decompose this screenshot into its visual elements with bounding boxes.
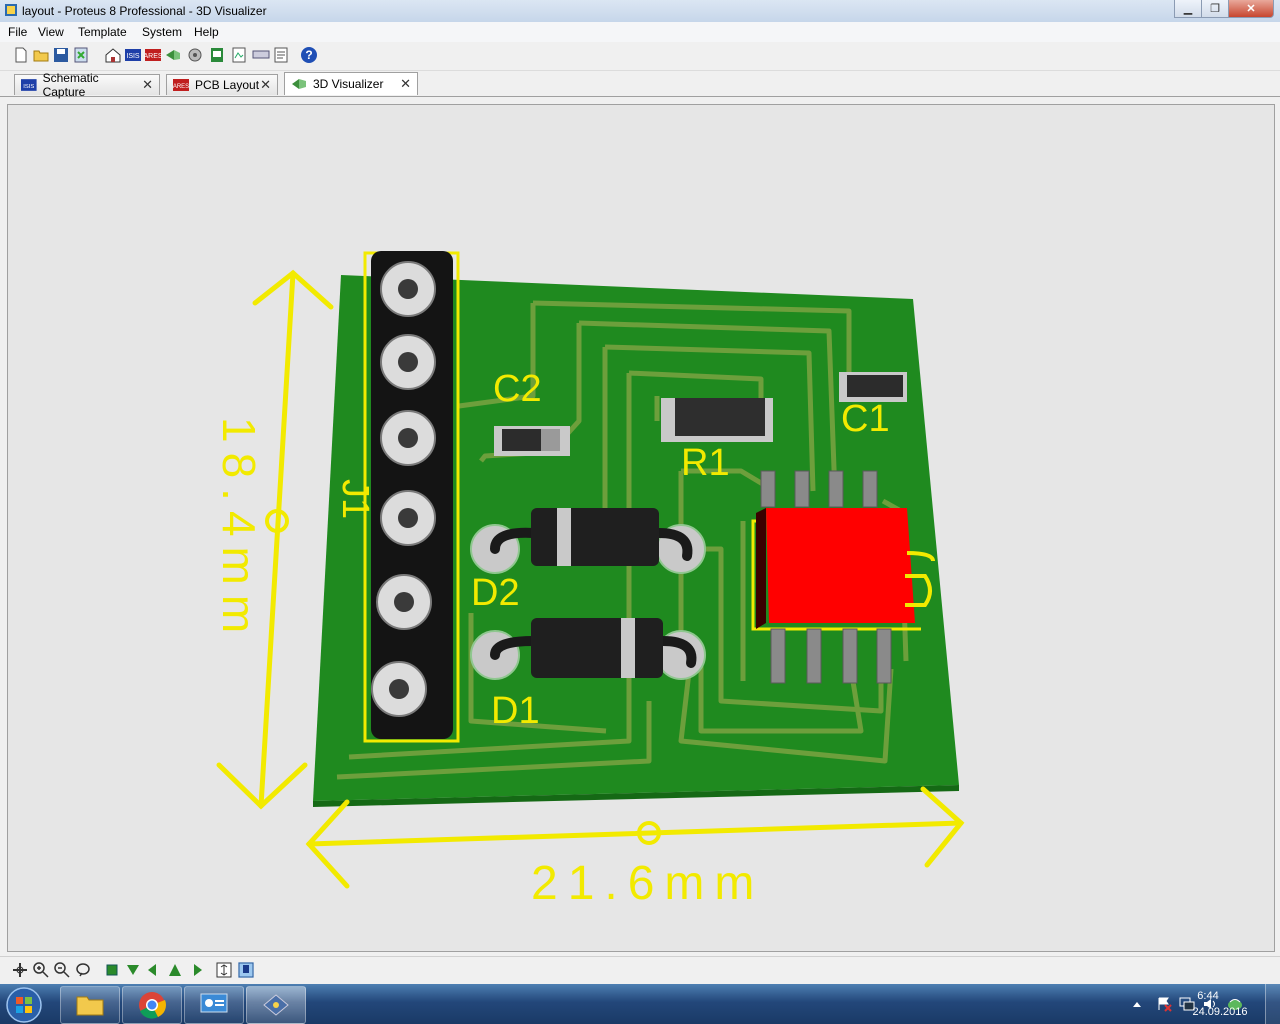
menu-help[interactable]: Help bbox=[194, 25, 219, 39]
show-hidden-icons-icon[interactable] bbox=[1132, 1000, 1142, 1008]
label-d2: D2 bbox=[471, 572, 520, 614]
start-button-icon[interactable] bbox=[4, 986, 44, 1024]
tab-label: 3D Visualizer bbox=[313, 77, 384, 91]
menu-bar: File View Template System Help bbox=[0, 22, 1280, 42]
width-dimension-label: 21.6mm bbox=[531, 857, 764, 910]
tab-close-icon[interactable]: ✕ bbox=[260, 77, 271, 93]
minimize-button[interactable]: ▁ bbox=[1174, 0, 1202, 18]
zoom-extents-icon[interactable] bbox=[75, 962, 91, 978]
restore-button[interactable]: ❐ bbox=[1201, 0, 1229, 18]
home-icon[interactable] bbox=[104, 46, 122, 64]
menu-system[interactable]: System bbox=[142, 25, 182, 39]
tab-close-icon[interactable]: ✕ bbox=[142, 77, 153, 93]
close-button[interactable]: ✕ bbox=[1228, 0, 1274, 18]
svg-text:ISIS: ISIS bbox=[126, 53, 140, 60]
open-folder-icon[interactable] bbox=[32, 46, 50, 64]
c1-capacitor bbox=[847, 375, 903, 397]
top-view-icon[interactable] bbox=[104, 962, 120, 978]
main-toolbar: ISIS ARES ? bbox=[0, 42, 1280, 71]
c2-cap-end bbox=[541, 429, 560, 451]
label-c1: C1 bbox=[841, 398, 890, 440]
svg-text:ARES: ARES bbox=[173, 84, 189, 90]
svg-text:?: ? bbox=[305, 48, 312, 62]
window-controls: ▁ ❐ ✕ bbox=[1174, 0, 1274, 18]
document-tabs: ISIS Schematic Capture ✕ ARES PCB Layout… bbox=[0, 71, 1280, 99]
tab-label: Schematic Capture bbox=[42, 71, 99, 99]
os-taskbar: 6:44 24.09.2016 bbox=[0, 984, 1280, 1024]
help-icon[interactable]: ? bbox=[300, 46, 318, 64]
label-r1: R1 bbox=[681, 442, 730, 484]
menu-file[interactable]: File bbox=[8, 25, 27, 39]
d1-diode bbox=[531, 618, 663, 678]
show-desktop-button[interactable] bbox=[1265, 984, 1280, 1024]
ic-body bbox=[766, 508, 915, 623]
notes-icon[interactable] bbox=[272, 46, 290, 64]
new-file-icon[interactable] bbox=[12, 46, 30, 64]
svg-text:ISIS: ISIS bbox=[23, 84, 34, 90]
pan-icon[interactable] bbox=[12, 962, 28, 978]
label-d1: D1 bbox=[491, 690, 540, 732]
3d-view-icon bbox=[292, 79, 306, 89]
ic-body-side bbox=[756, 508, 766, 629]
tab-label: PCB Layout bbox=[195, 78, 260, 92]
bom-icon[interactable] bbox=[208, 46, 226, 64]
menu-template[interactable]: Template bbox=[78, 25, 127, 39]
d1-cathode-band bbox=[621, 618, 635, 678]
board-view-icon[interactable] bbox=[238, 962, 254, 978]
simulation-icon[interactable] bbox=[230, 46, 248, 64]
schematic-icon: ISIS bbox=[21, 79, 37, 91]
view-toolbar bbox=[0, 956, 1280, 985]
menu-view[interactable]: View bbox=[38, 25, 64, 39]
gerber-icon[interactable] bbox=[186, 46, 204, 64]
clock-date[interactable]: 24.09.2016 bbox=[1185, 1006, 1255, 1018]
3d-viewport[interactable]: C2 C1 R1 D2 D1 J1 18.4mm 21.6mm bbox=[8, 105, 1274, 951]
tab-schematic-capture[interactable]: ISIS Schematic Capture ✕ bbox=[14, 71, 160, 99]
folder-icon bbox=[76, 996, 104, 1016]
3d-viewport-frame: C2 C1 R1 D2 D1 J1 18.4mm 21.6mm bbox=[7, 104, 1275, 952]
height-dimension-label: 18.4mm bbox=[213, 417, 265, 643]
r1-resistor bbox=[675, 398, 765, 436]
svg-text:ARES: ARES bbox=[144, 53, 162, 60]
label-c2: C2 bbox=[493, 368, 542, 410]
tab-pcb-layout[interactable]: ARES PCB Layout ✕ bbox=[166, 74, 278, 95]
system-tray: 6:44 24.09.2016 bbox=[1060, 984, 1280, 1024]
d2-diode bbox=[531, 508, 659, 566]
proteus-app-icon bbox=[5, 4, 17, 16]
bottom-view-icon[interactable] bbox=[125, 962, 141, 978]
proteus-app-icon bbox=[263, 994, 289, 1016]
chrome-icon bbox=[139, 992, 166, 1019]
front-view-icon[interactable] bbox=[167, 962, 183, 978]
control-panel-icon bbox=[200, 993, 228, 1013]
save-icon[interactable] bbox=[52, 46, 70, 64]
close-project-icon[interactable] bbox=[72, 46, 90, 64]
tab-close-icon[interactable]: ✕ bbox=[400, 76, 411, 92]
clock-time[interactable]: 6:44 bbox=[1178, 990, 1238, 1002]
height-toggle-icon[interactable] bbox=[216, 962, 232, 978]
taskbar-proteus[interactable] bbox=[246, 986, 306, 1024]
zoom-out-icon[interactable] bbox=[54, 962, 70, 978]
taskbar-chrome[interactable] bbox=[122, 986, 182, 1024]
pcb-icon: ARES bbox=[173, 79, 189, 91]
taskbar-control-panel[interactable] bbox=[184, 986, 244, 1024]
schematic-icon[interactable]: ISIS bbox=[124, 46, 142, 64]
window-title: layout - Proteus 8 Professional - 3D Vis… bbox=[22, 4, 267, 18]
3d-view-icon[interactable] bbox=[164, 46, 182, 64]
left-view-icon[interactable] bbox=[146, 962, 162, 978]
taskbar-explorer[interactable] bbox=[60, 986, 120, 1024]
zoom-in-icon[interactable] bbox=[33, 962, 49, 978]
j1-header bbox=[371, 251, 453, 739]
tab-3d-visualizer[interactable]: 3D Visualizer ✕ bbox=[284, 72, 418, 95]
design-explorer-icon[interactable] bbox=[252, 46, 270, 64]
title-bar: layout - Proteus 8 Professional - 3D Vis… bbox=[0, 0, 1280, 23]
right-view-icon[interactable] bbox=[188, 962, 204, 978]
action-center-icon[interactable] bbox=[1156, 996, 1172, 1012]
d2-cathode-band bbox=[557, 508, 571, 566]
pcb-icon[interactable]: ARES bbox=[144, 46, 162, 64]
label-j1: J1 bbox=[334, 479, 376, 519]
